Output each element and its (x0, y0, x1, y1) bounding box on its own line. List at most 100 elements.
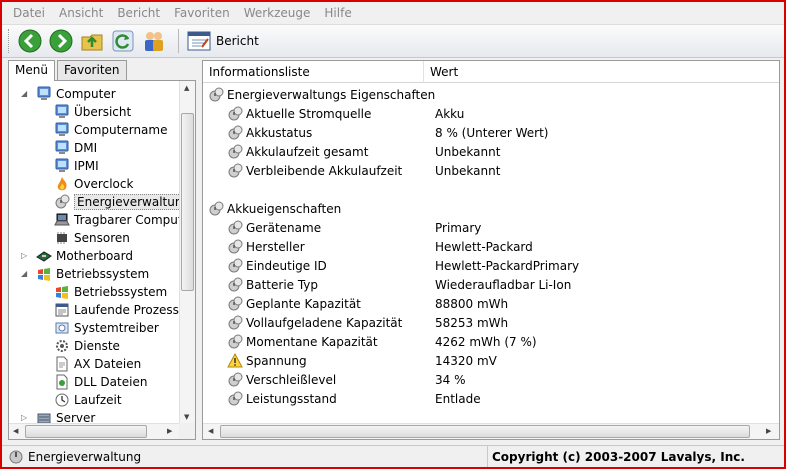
tree-item-label: IPMI (74, 159, 99, 173)
report-icon (187, 31, 211, 51)
tree-item[interactable]: Systemtreiber (54, 319, 159, 337)
list-row[interactable]: Momentane Kapazität 4262 mWh (7 %) (227, 332, 779, 351)
tree-item[interactable]: Energieverwaltung (54, 193, 181, 211)
tree-hscroll-thumb[interactable] (25, 425, 147, 438)
list-row[interactable]: Spannung 14320 mV (227, 351, 779, 370)
list-label: Geplante Kapazität (246, 296, 361, 311)
computer-icon (55, 122, 69, 136)
tree-item[interactable]: Laufende Prozesse (54, 301, 181, 319)
tab-menu[interactable]: Menü (8, 60, 55, 81)
tree-item[interactable]: Dienste (54, 337, 120, 355)
list-row[interactable]: Aktuelle Stromquelle Akku (227, 104, 779, 123)
tree-item[interactable]: DLL Dateien (54, 373, 147, 391)
column-header-info[interactable]: Informationsliste (203, 61, 424, 83)
tree-item[interactable]: AX Dateien (54, 355, 141, 373)
report-button[interactable]: Bericht (187, 30, 259, 52)
power-icon (228, 163, 243, 177)
tree-vertical-scrollbar[interactable]: ▲ ▼ (179, 81, 195, 424)
menu-favoriten[interactable]: Favoriten (167, 6, 237, 20)
menu-datei[interactable]: Datei (6, 6, 52, 20)
tree-item[interactable]: Betriebssystem (36, 265, 149, 283)
menu-ansicht[interactable]: Ansicht (52, 6, 110, 20)
list-row[interactable]: Eindeutige ID Hewlett-PackardPrimary (227, 256, 779, 275)
tree-item[interactable]: Betriebssystem (54, 283, 167, 301)
list-label: Gerätename (246, 220, 322, 235)
list-row[interactable]: Verbleibende Akkulaufzeit Unbekannt (227, 161, 779, 180)
menu-werkzeuge[interactable]: Werkzeuge (237, 6, 318, 20)
list-scroll-left-icon[interactable]: ◀ (208, 427, 213, 435)
refresh-icon (112, 30, 134, 52)
tree-expander-plus-icon[interactable]: ▷ (21, 413, 27, 422)
power-icon (9, 450, 23, 463)
list-value: 8 % (Unterer Wert) (435, 125, 549, 140)
tree-item[interactable]: Overclock (54, 175, 133, 193)
power-icon (228, 106, 243, 120)
tree-expander-minus-icon[interactable]: ◢ (21, 269, 27, 278)
power-icon (228, 334, 243, 348)
menu-bericht[interactable]: Bericht (110, 6, 167, 20)
column-header-value[interactable]: Wert (424, 61, 779, 83)
folder-up-icon (81, 34, 103, 51)
list-hscroll-thumb[interactable] (220, 425, 750, 438)
list-value: Unbekannt (435, 144, 501, 159)
tree-item[interactable]: DMI (54, 139, 97, 157)
scroll-left-icon[interactable]: ◀ (13, 427, 18, 435)
list-label: Leistungsstand (246, 391, 337, 406)
list-value: Akku (435, 106, 465, 121)
windows-icon (56, 286, 68, 299)
scroll-up-icon[interactable]: ▲ (184, 84, 189, 92)
list-row[interactable]: Akkulaufzeit gesamt Unbekannt (227, 142, 779, 161)
forward-button[interactable] (48, 28, 74, 54)
scroll-right-icon[interactable]: ▶ (167, 427, 172, 435)
power-icon (228, 296, 243, 310)
list-scroll-right-icon[interactable]: ▶ (766, 427, 771, 435)
tree-item-label: DLL Dateien (74, 375, 148, 389)
tree-item[interactable]: Computer (36, 85, 116, 103)
tree-item[interactable]: IPMI (54, 157, 99, 175)
list-row[interactable]: Vollaufgeladene Kapazität 58253 mWh (227, 313, 779, 332)
up-folder-button[interactable] (79, 28, 105, 54)
tab-favorites[interactable]: Favoriten (56, 60, 127, 80)
list-value: Hewlett-PackardPrimary (435, 258, 580, 273)
users-button[interactable] (141, 28, 167, 54)
power-icon (228, 372, 243, 386)
list-row[interactable]: Batterie Typ Wiederaufladbar Li-Ion (227, 275, 779, 294)
menu-hilfe[interactable]: Hilfe (317, 6, 358, 20)
power-icon (228, 391, 243, 405)
list-row[interactable]: Gerätename Primary (227, 218, 779, 237)
tree-item-label: Energieverwaltung (74, 194, 181, 210)
list-row[interactable]: Leistungsstand Entlade (227, 389, 779, 408)
list-row[interactable]: Akkustatus 8 % (Unterer Wert) (227, 123, 779, 142)
toolbar-grip[interactable] (8, 29, 11, 53)
tree-vscroll-thumb[interactable] (181, 113, 194, 291)
tree-item[interactable]: Computername (54, 121, 167, 139)
list-group-header[interactable]: Akkueigenschaften (208, 199, 779, 218)
list-label: Akkulaufzeit gesamt (246, 144, 369, 159)
clock-icon (55, 393, 69, 407)
forward-arrow-icon (49, 29, 73, 53)
tree-item[interactable]: Übersicht (54, 103, 131, 121)
tree-item[interactable]: Server (36, 409, 95, 424)
tree-expander-plus-icon[interactable]: ▷ (21, 251, 27, 260)
tree-expander-minus-icon[interactable]: ◢ (21, 89, 27, 98)
tree-horizontal-scrollbar[interactable]: ◀ ▶ (9, 423, 181, 439)
tree-item-label: Laufzeit (74, 393, 122, 407)
list-value: Primary (435, 220, 482, 235)
power-icon (228, 144, 243, 158)
tree-item[interactable]: Tragbarer Compute (54, 211, 181, 229)
tree-item[interactable]: Sensoren (54, 229, 130, 247)
tree-item[interactable]: Motherboard (36, 247, 133, 265)
list-label: Verbleibende Akkulaufzeit (246, 163, 403, 178)
list-row[interactable]: Hersteller Hewlett-Packard (227, 237, 779, 256)
refresh-button[interactable] (110, 28, 136, 54)
back-button[interactable] (17, 28, 43, 54)
tree-item-label: Computername (74, 123, 168, 137)
list-row[interactable]: Verschleißlevel 34 % (227, 370, 779, 389)
list-horizontal-scrollbar[interactable]: ◀ ▶ (203, 423, 779, 439)
tree-item[interactable]: Laufzeit (54, 391, 122, 409)
menubar: Datei Ansicht Bericht Favoriten Werkzeug… (2, 2, 784, 24)
tree-item-label: Overclock (74, 177, 134, 191)
list-row[interactable]: Geplante Kapazität 88800 mWh (227, 294, 779, 313)
scroll-down-icon[interactable]: ▼ (184, 413, 189, 421)
list-group-header[interactable]: Energieverwaltungs Eigenschaften (208, 85, 779, 104)
